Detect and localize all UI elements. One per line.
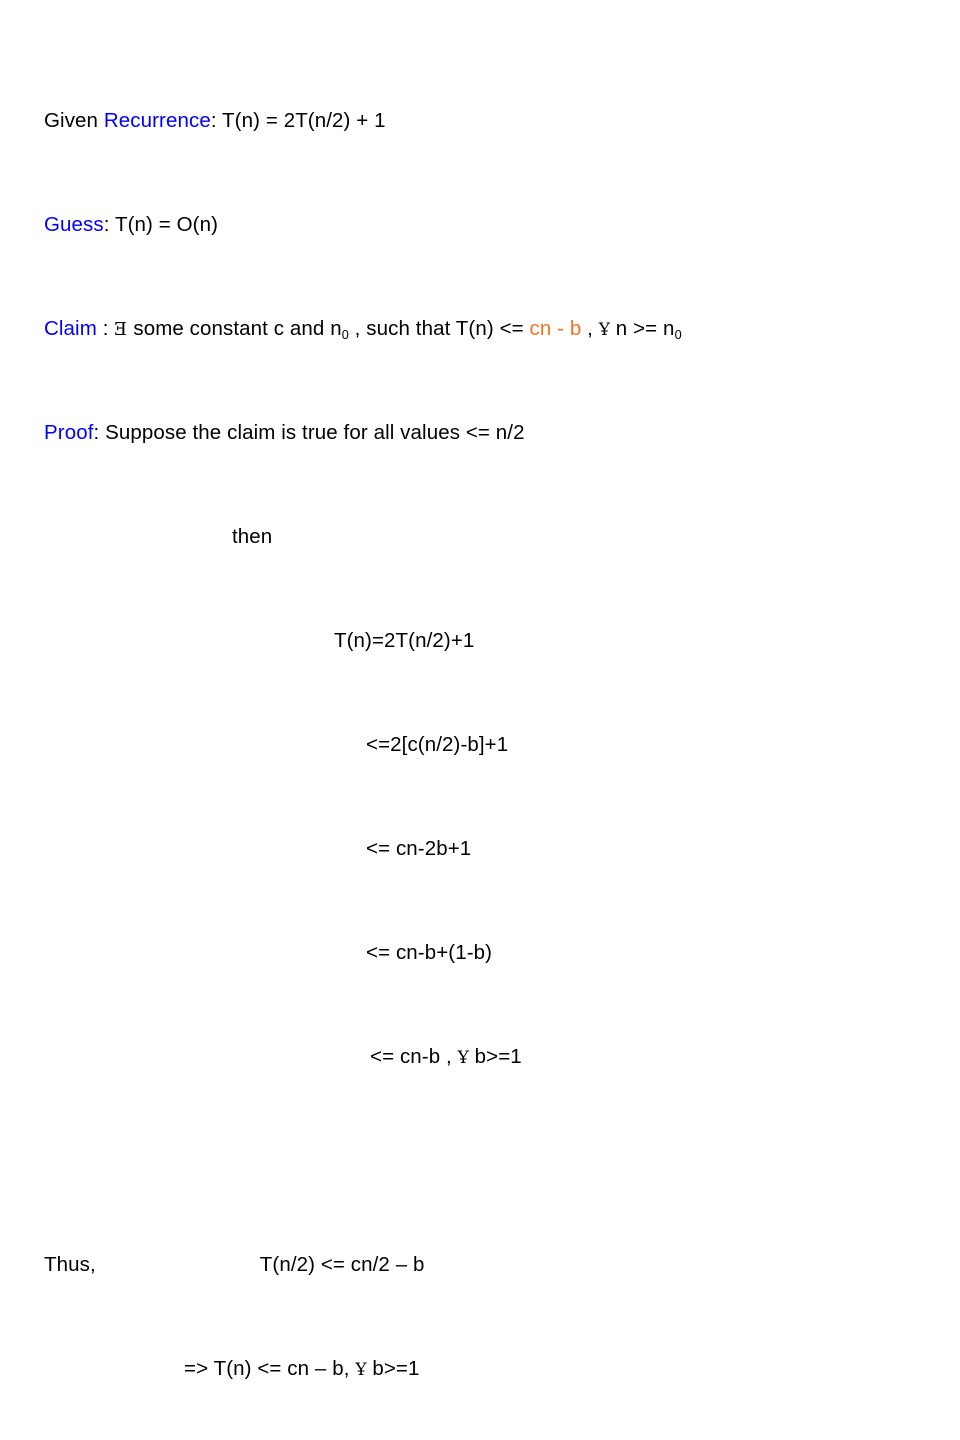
equation-5-text-b: b>=1 xyxy=(468,1045,522,1068)
claim-bound-highlight: cn - b xyxy=(529,317,582,340)
line-proof: Proof: Suppose the claim is true for all… xyxy=(44,420,934,446)
claim-keyword: Claim xyxy=(44,317,97,340)
guess-expression: : T(n) = O(n) xyxy=(103,213,219,236)
claim-text-c: , xyxy=(581,317,599,340)
line-thus: Thus, T(n/2) <= cn/2 – b xyxy=(44,1252,934,1278)
line-claim: Claim : Ǝ some constant c and n0 , such … xyxy=(44,316,934,342)
line-equation-3: <= cn-2b+1 xyxy=(366,837,472,860)
exists-quantifier-icon: Ǝ xyxy=(114,319,128,340)
line-then: then xyxy=(232,525,273,548)
proof-statement: : Suppose the claim is true for all valu… xyxy=(93,421,525,444)
line-equation-2: <=2[c(n/2)-b]+1 xyxy=(366,733,509,756)
line-equation-5: <= cn-b , Ұ b>=1 xyxy=(44,1044,934,1070)
claim-text-a: some constant c and n xyxy=(127,317,342,340)
claim-text-d: n >= n xyxy=(610,317,675,340)
recurrence-keyword: Recurrence xyxy=(103,109,211,132)
claim-text-b: , such that T(n) <= xyxy=(348,317,530,340)
forall-quantifier-icon-2: Ұ xyxy=(457,1048,469,1068)
line-equation-1: T(n)=2T(n/2)+1 xyxy=(334,629,475,652)
claim-subscript-zero: 0 xyxy=(341,326,349,342)
implication-text-b: b>=1 xyxy=(366,1357,420,1380)
given-label: Given xyxy=(44,109,104,132)
thus-label: Thus, xyxy=(44,1253,96,1276)
thus-equation: T(n/2) <= cn/2 – b xyxy=(259,1253,425,1276)
slide-canvas: Given Recurrence: T(n) = 2T(n/2) + 1 Gue… xyxy=(0,0,960,1380)
claim-subscript-zero-2: 0 xyxy=(674,326,682,342)
line-implication: => T(n) <= cn – b, Ұ b>=1 xyxy=(44,1356,934,1382)
guess-keyword: Guess xyxy=(44,213,104,236)
forall-quantifier-icon-3: Ұ xyxy=(355,1360,367,1380)
proof-body: Given Recurrence: T(n) = 2T(n/2) + 1 Gue… xyxy=(44,30,934,1440)
line-guess: Guess: T(n) = O(n) xyxy=(44,212,934,238)
equation-5-text-a: <= cn-b , xyxy=(370,1045,458,1068)
forall-quantifier-icon: Ұ xyxy=(598,320,611,340)
line-equation-4: <= cn-b+(1-b) xyxy=(366,941,493,964)
given-expression: : T(n) = 2T(n/2) + 1 xyxy=(210,109,386,132)
claim-colon: : xyxy=(96,317,115,340)
proof-keyword: Proof xyxy=(44,421,94,444)
spacer-line-1 xyxy=(44,1148,934,1174)
implication-text-a: => T(n) <= cn – b, xyxy=(184,1357,356,1380)
line-given-recurrence: Given Recurrence: T(n) = 2T(n/2) + 1 xyxy=(44,108,934,134)
